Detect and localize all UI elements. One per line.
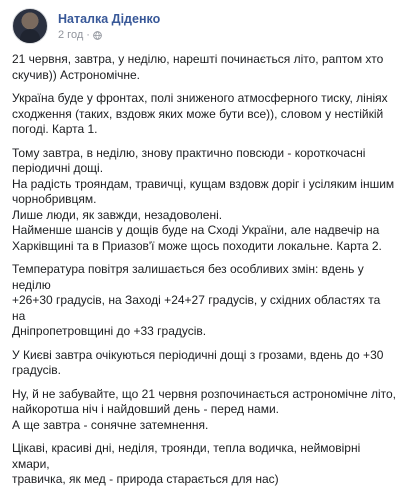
post-text-line: Цікаві, красиві дні, неділя, троянди, те… [12, 441, 361, 471]
post-text-line: На радість трояндам, травичці, кущам взд… [12, 176, 395, 191]
post-text-line: 21 червня, завтра, у неділю, нарешті поч… [12, 52, 384, 66]
post-text-line: Лише люди, як завжди, незадоволені. [12, 207, 223, 222]
post-paragraph: У Києві завтра очікуються періодичні дощ… [12, 348, 396, 379]
post-text-line: Тому завтра, в неділю, знову практично п… [12, 145, 366, 160]
author-avatar[interactable] [12, 8, 48, 44]
post-text-line: Температура повітря залишається без особ… [12, 262, 364, 292]
post-text-line: Харківщині та в Приазов'ї може щось похо… [12, 238, 382, 253]
post-text-line: сходження (таких, вздовж яких може бути … [12, 106, 384, 121]
post-text-line: +26+30 градусів, на Заході +24+27 градус… [12, 293, 381, 323]
author-name[interactable]: Наталка Діденко [58, 12, 160, 26]
post-text-line: градусів. [12, 363, 61, 377]
post-paragraph: Цікаві, красиві дні, неділя, троянди, те… [12, 441, 396, 488]
post-text-line: найкоротша ніч і найдовший день - перед … [12, 402, 279, 416]
post-body: 21 червня, завтра, у неділю, нарешті поч… [12, 52, 396, 488]
post-text-line: Найменше шансів у дощів буде на Сході Ук… [12, 223, 380, 237]
facebook-post: Наталка Діденко 2 год · 21 червня, завтр… [0, 0, 408, 486]
post-text-line: Україна буде у фронтах, полі зниженого а… [12, 91, 388, 105]
post-text-line: скучив)) Астрономічне. [12, 67, 140, 82]
post-text-line: періодичні дощі. [12, 161, 104, 175]
post-meta: Наталка Діденко 2 год · [58, 8, 160, 41]
meta-separator: · [86, 29, 90, 41]
post-text-line: чорнобривцям. [12, 192, 97, 206]
post-text-line: Ну, й не забувайте, що 21 червня розпочи… [12, 386, 397, 401]
post-paragraph: Ну, й не забувайте, що 21 червня розпочи… [12, 387, 396, 434]
post-text-line: У Києві завтра очікуються періодичні дощ… [12, 347, 384, 362]
post-paragraph: 21 червня, завтра, у неділю, нарешті поч… [12, 52, 396, 83]
globe-icon[interactable] [93, 30, 102, 40]
post-paragraph: Температура повітря залишається без особ… [12, 262, 396, 340]
post-paragraph: Україна буде у фронтах, полі зниженого а… [12, 91, 396, 138]
post-text-line: А ще завтра - сонячне затемнення. [12, 417, 209, 432]
post-text-line: травичка, як мед - природа старається дл… [12, 472, 279, 486]
post-header: Наталка Діденко 2 год · [12, 8, 396, 52]
post-text-line: погоді. Карта 1. [12, 122, 98, 136]
post-subline: 2 год · [58, 29, 160, 41]
post-time[interactable]: 2 год [58, 29, 83, 41]
post-paragraph: Тому завтра, в неділю, знову практично п… [12, 146, 396, 255]
post-text-line: Дніпропетровщині до +33 градусів. [12, 324, 207, 338]
